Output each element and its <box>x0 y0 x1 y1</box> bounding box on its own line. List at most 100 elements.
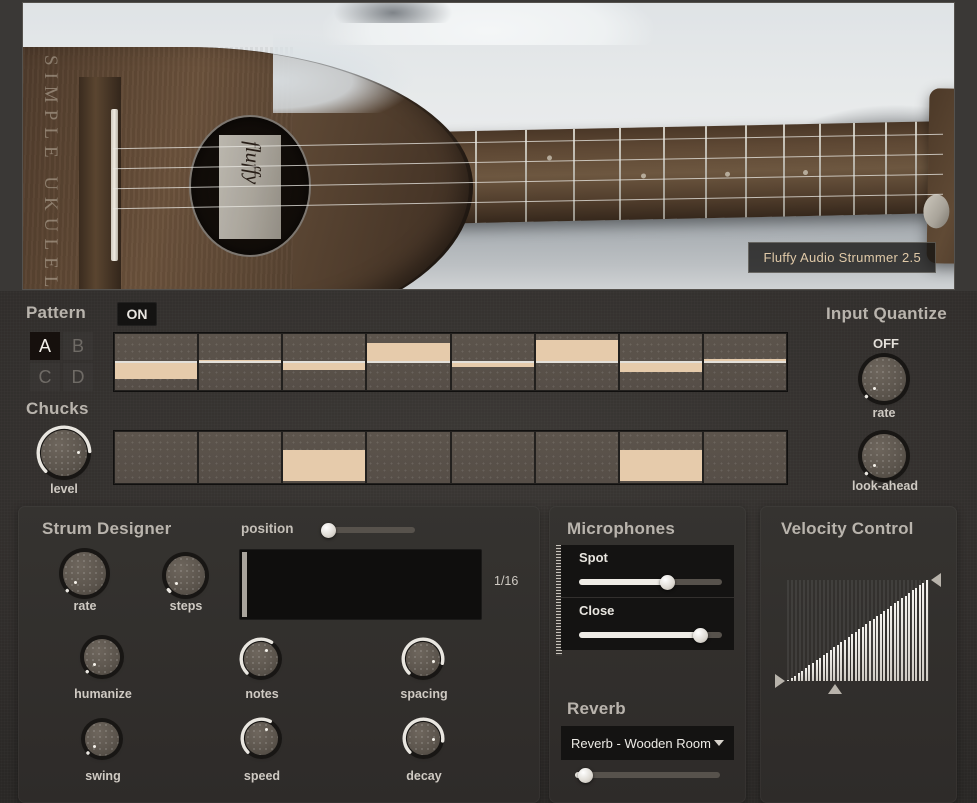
pattern-step-8[interactable] <box>703 334 786 390</box>
velocity-handle-left[interactable] <box>775 674 785 688</box>
strum-steps-label: steps <box>169 599 203 613</box>
product-caption: Fluffy Audio Strummer 2.5 <box>748 242 936 273</box>
strum-speed-label: speed <box>243 769 281 783</box>
mic-row-spot: Spot <box>561 545 734 597</box>
velocity-bar <box>918 585 921 681</box>
pattern-step-midline <box>283 361 366 363</box>
velocity-bar <box>808 665 811 681</box>
velocity-bar <box>804 668 807 681</box>
velocity-bar <box>865 624 868 681</box>
reverb-amount-slider[interactable] <box>575 767 720 783</box>
pattern-step-midline <box>199 361 282 363</box>
cloud-shadow-shape <box>333 3 453 23</box>
instrument-name-text: SIMPLE UKULELE <box>40 55 61 290</box>
velocity-bar <box>840 642 843 681</box>
pattern-step-5[interactable] <box>451 334 534 390</box>
pattern-step-midline <box>703 361 786 363</box>
chucks-step-3[interactable] <box>283 432 366 483</box>
position-slider[interactable] <box>321 522 415 538</box>
pattern-step-7[interactable] <box>619 334 702 390</box>
chucks-step-1[interactable] <box>115 432 198 483</box>
velocity-handle-bottom[interactable] <box>828 684 843 694</box>
strum-notes-knob[interactable] <box>239 637 278 676</box>
velocity-curve-display[interactable] <box>775 573 941 694</box>
velocity-control-title: Velocity Control <box>781 519 914 538</box>
strum-humanize-knob[interactable] <box>84 639 120 675</box>
pattern-step-4[interactable] <box>367 334 450 390</box>
velocity-bar <box>801 670 804 681</box>
chucks-step-grid[interactable] <box>113 430 788 485</box>
reverb-preset-dropdown[interactable]: Reverb - Wooden Room <box>561 726 734 760</box>
input-quantize-rate-label: rate <box>872 406 896 420</box>
chucks-step-8[interactable] <box>703 432 786 483</box>
pattern-on-toggle[interactable]: ON <box>117 302 157 326</box>
chucks-step-5[interactable] <box>451 432 534 483</box>
velocity-handle-right[interactable] <box>931 573 941 587</box>
microphones-title: Microphones <box>567 519 675 538</box>
chucks-step-6[interactable] <box>535 432 618 483</box>
pattern-step-1[interactable] <box>115 334 198 390</box>
input-quantize-lookahead-knob[interactable] <box>862 434 906 478</box>
velocity-bar <box>886 608 889 681</box>
strum-division-label: 1/16 <box>494 574 519 588</box>
pattern-step-midline <box>115 361 198 363</box>
mic-close-label: Close <box>579 603 615 618</box>
velocity-bar <box>883 611 886 681</box>
strum-spacing-knob[interactable] <box>401 637 445 676</box>
velocity-bar <box>879 613 882 681</box>
velocity-bar <box>836 644 839 681</box>
strum-rate-knob[interactable] <box>63 552 106 595</box>
pattern-step-midline <box>619 361 702 363</box>
velocity-bar <box>922 582 925 681</box>
strum-spacing-label: spacing <box>400 687 448 701</box>
mic-close-slider[interactable] <box>579 627 722 643</box>
pattern-step-grid[interactable] <box>113 332 788 392</box>
velocity-bar <box>790 678 793 681</box>
velocity-bar <box>893 603 896 681</box>
pattern-step-midline <box>535 361 618 363</box>
velocity-bar <box>908 592 911 681</box>
input-quantize-rate-knob[interactable] <box>862 357 906 401</box>
chucks-step-2[interactable] <box>199 432 282 483</box>
velocity-bar <box>901 598 904 681</box>
strum-steps-knob[interactable] <box>166 556 205 595</box>
velocity-bar <box>833 647 836 681</box>
mic-spot-slider[interactable] <box>579 574 722 590</box>
velocity-bar <box>847 636 850 681</box>
velocity-bar <box>844 639 847 681</box>
chucks-level-label: level <box>50 482 78 496</box>
velocity-bar <box>797 673 800 681</box>
strum-designer-display[interactable] <box>239 549 482 620</box>
strum-swing-knob[interactable] <box>85 722 119 756</box>
chucks-section-title: Chucks <box>26 399 89 418</box>
chucks-level-knob[interactable] <box>36 425 92 476</box>
reverb-title: Reverb <box>567 699 626 718</box>
pattern-step-3[interactable] <box>283 334 366 390</box>
chucks-step-4[interactable] <box>367 432 450 483</box>
pattern-slot-c[interactable]: C <box>30 363 60 391</box>
velocity-bar <box>794 675 797 681</box>
velocity-bar <box>811 662 814 681</box>
velocity-bar <box>872 618 875 681</box>
velocity-bar <box>897 600 900 681</box>
strum-decay-knob[interactable] <box>402 717 445 755</box>
velocity-bar <box>904 595 907 681</box>
velocity-bar <box>868 621 871 681</box>
position-label: position <box>241 521 294 536</box>
velocity-bar <box>861 626 864 681</box>
pattern-slot-selector[interactable]: A B C D <box>30 332 93 391</box>
strum-notes-label: notes <box>245 687 279 701</box>
strum-designer-title: Strum Designer <box>42 519 172 538</box>
pattern-slot-a[interactable]: A <box>30 332 60 360</box>
pattern-slot-b[interactable]: B <box>63 332 93 360</box>
pattern-slot-d[interactable]: D <box>63 363 93 391</box>
hero-banner: fluffy SIMPLE UKULELE Fluffy Audio Strum… <box>0 0 977 293</box>
strum-playhead <box>242 552 247 617</box>
reverb-preset-value: Reverb - Wooden Room <box>571 735 711 751</box>
velocity-bar <box>822 655 825 681</box>
strum-speed-knob[interactable] <box>240 717 278 755</box>
ukulele-headstock <box>923 88 954 265</box>
chucks-step-7[interactable] <box>619 432 702 483</box>
pattern-step-2[interactable] <box>199 334 282 390</box>
pattern-step-6[interactable] <box>535 334 618 390</box>
